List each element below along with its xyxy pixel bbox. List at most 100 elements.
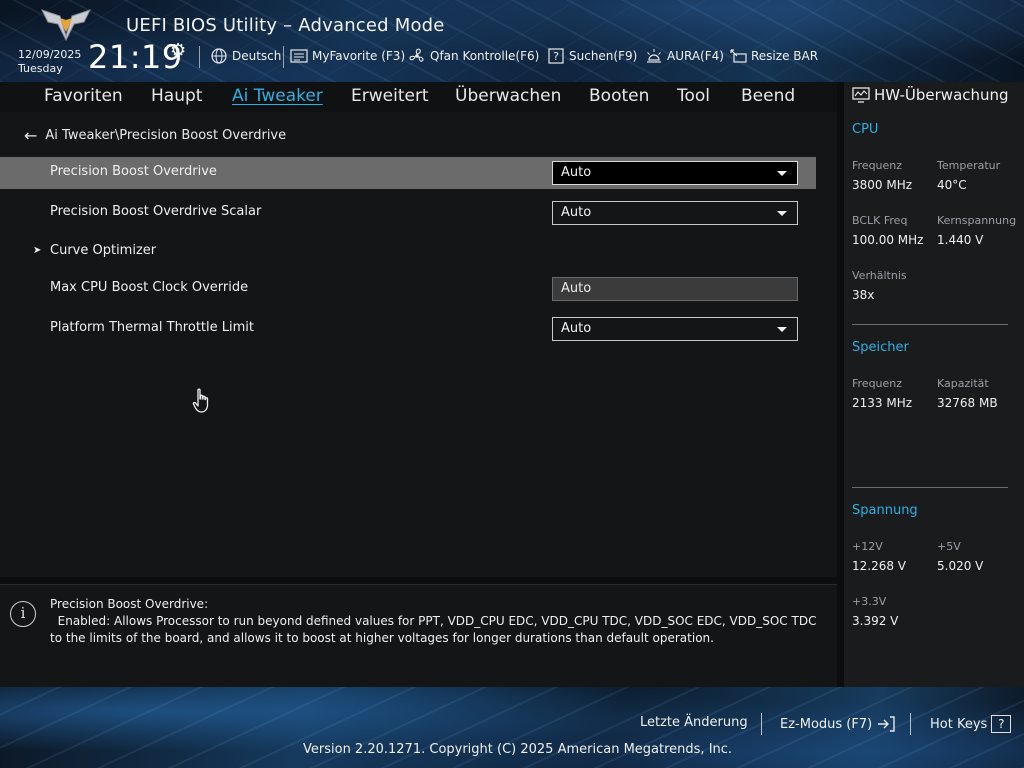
setting-row-max-cpu-boost-clock-override: Max CPU Boost Clock Override Auto	[0, 273, 816, 305]
last-change-button[interactable]: Letzte Änderung	[640, 715, 748, 730]
hw-section-memory: Speicher	[852, 340, 909, 355]
v5-value: 5.020 V	[937, 559, 984, 573]
exit-to-ez-mode-icon	[878, 716, 895, 732]
hot-keys-help-icon: ?	[991, 715, 1012, 733]
resize-bar-label: Resize BAR	[751, 49, 819, 63]
bclk-value: 100.00 MHz	[852, 233, 924, 247]
last-change-label: Letzte Änderung	[640, 715, 748, 730]
footer-bar: Letzte Änderung Ez-Modus (F7) Hot Keys ?…	[0, 687, 1024, 768]
max-cpu-boost-clock-value: Auto	[552, 277, 798, 301]
setting-row-platform-thermal-throttle-limit[interactable]: Platform Thermal Throttle Limit Auto	[0, 313, 816, 345]
hw-divider	[852, 324, 1008, 325]
app-title: UEFI BIOS Utility – Advanced Mode	[126, 15, 445, 36]
info-icon: i	[10, 601, 36, 627]
aura-label: AURA(F4)	[667, 49, 724, 63]
svg-text:?: ?	[553, 50, 559, 63]
v12-label: +12V	[852, 540, 883, 553]
settings-panel: ← Ai Tweaker\Precision Boost Overdrive P…	[0, 112, 837, 577]
clock-settings-gear-icon[interactable]: ⚙	[170, 40, 186, 61]
submenu-curve-optimizer[interactable]: ➤ Curve Optimizer	[0, 236, 816, 268]
setting-row-pbo-scalar[interactable]: Precision Boost Overdrive Scalar Auto	[0, 197, 816, 229]
dropdown-caret-icon	[777, 327, 787, 332]
myfavorite-button[interactable]: MyFavorite (F3)	[290, 47, 405, 65]
mem-freq-label: Frequenz	[852, 377, 903, 390]
v12-value: 12.268 V	[852, 559, 907, 573]
hot-keys-button[interactable]: Hot Keys ?	[930, 715, 1012, 733]
precision-boost-overdrive-dropdown[interactable]: Auto	[552, 161, 798, 185]
platform-thermal-throttle-dropdown[interactable]: Auto	[552, 317, 798, 341]
setting-label: Precision Boost Overdrive	[50, 164, 217, 179]
breadcrumb-path: Ai Tweaker\Precision Boost Overdrive	[45, 128, 287, 143]
search-help-icon: ?	[547, 48, 565, 64]
search-label: Suchen(F9)	[569, 49, 638, 63]
v33-value: 3.392 V	[852, 614, 899, 628]
hw-monitor-title: HW-Überwachung	[874, 86, 1009, 104]
mem-cap-value: 32768 MB	[937, 396, 998, 410]
qfan-label: Qfan Kontrolle(F6)	[430, 49, 540, 63]
dropdown-value: Auto	[561, 205, 592, 220]
tab-haupt[interactable]: Haupt	[151, 86, 202, 106]
vcore-value: 1.440 V	[937, 233, 984, 247]
tab-ueberwachen[interactable]: Überwachen	[455, 86, 561, 106]
setting-label: Max CPU Boost Clock Override	[50, 280, 249, 295]
day-text: Tuesday	[18, 62, 63, 75]
vcore-label: Kernspannung	[937, 214, 1017, 227]
copyright-text: Version 2.20.1271. Copyright (C) 2025 Am…	[303, 742, 733, 757]
v33-label: +3.3V	[852, 595, 887, 608]
cpu-freq-value: 3800 MHz	[852, 178, 913, 192]
tab-ai-tweaker[interactable]: Ai Tweaker	[232, 86, 323, 106]
back-arrow-icon[interactable]: ←	[24, 126, 37, 145]
help-title: Precision Boost Overdrive:	[50, 597, 209, 611]
aura-button[interactable]: AURA(F4)	[645, 47, 724, 65]
ez-mode-button[interactable]: Ez-Modus (F7)	[780, 715, 896, 733]
v5-label: +5V	[937, 540, 961, 553]
mem-freq-value: 2133 MHz	[852, 396, 913, 410]
help-text: Precision Boost Overdrive: Enabled: Allo…	[50, 596, 820, 647]
tuf-logo-icon	[41, 9, 91, 42]
fan-icon	[408, 48, 426, 64]
main-tab-bar: Favoriten Haupt Ai Tweaker Erweitert Übe…	[0, 82, 837, 112]
qfan-button[interactable]: Qfan Kontrolle(F6)	[408, 47, 539, 65]
tab-beend[interactable]: Beend	[741, 86, 795, 106]
header-divider	[283, 46, 284, 68]
search-button[interactable]: ? Suchen(F9)	[547, 47, 637, 65]
cpu-temp-label: Temperatur	[937, 159, 1001, 172]
tab-favoriten[interactable]: Favoriten	[44, 86, 123, 106]
setting-label: Platform Thermal Throttle Limit	[50, 320, 254, 335]
hw-monitor-header: HW-Überwachung	[852, 86, 1009, 104]
monitor-icon	[852, 87, 870, 103]
help-body: Enabled: Allows Processor to run beyond …	[50, 614, 821, 645]
favorite-list-icon	[290, 48, 308, 64]
bclk-label: BCLK Freq	[852, 214, 908, 227]
tab-booten[interactable]: Booten	[589, 86, 649, 106]
header-divider	[199, 46, 200, 68]
tab-tool[interactable]: Tool	[677, 86, 710, 106]
hw-divider	[852, 487, 1008, 488]
pbo-scalar-dropdown[interactable]: Auto	[552, 201, 798, 225]
tab-erweitert[interactable]: Erweitert	[351, 86, 429, 106]
mem-cap-label: Kapazität	[937, 377, 989, 390]
dropdown-value: Auto	[561, 165, 592, 180]
hw-section-voltage: Spannung	[852, 503, 918, 518]
submenu-arrow-icon: ➤	[33, 245, 42, 256]
setting-row-precision-boost-overdrive[interactable]: Precision Boost Overdrive Auto	[0, 157, 816, 189]
footer-divider	[910, 713, 911, 735]
breadcrumb: ← Ai Tweaker\Precision Boost Overdrive	[24, 126, 286, 145]
hw-section-cpu: CPU	[852, 122, 879, 137]
help-description-panel: i Precision Boost Overdrive: Enabled: Al…	[0, 584, 837, 687]
myfavorite-label: MyFavorite (F3)	[312, 49, 406, 63]
hot-keys-label: Hot Keys	[930, 716, 988, 732]
cpu-freq-label: Frequenz	[852, 159, 903, 172]
language-button[interactable]: Deutsch	[210, 47, 281, 65]
date-text: 12/09/2025	[18, 48, 82, 61]
clock-display: 21:19	[88, 38, 183, 76]
resize-bar-button[interactable]: Resize BAR	[729, 47, 818, 65]
dropdown-caret-icon	[777, 171, 787, 176]
hand-pointer-cursor-icon	[192, 388, 209, 413]
cpu-temp-value: 40°C	[937, 178, 967, 192]
ez-mode-label: Ez-Modus (F7)	[780, 716, 873, 732]
dropdown-caret-icon	[777, 211, 787, 216]
hw-monitor-panel: HW-Überwachung CPU Frequenz Temperatur 3…	[844, 82, 1024, 687]
resize-bar-icon	[729, 48, 747, 64]
language-label: Deutsch	[232, 49, 282, 63]
